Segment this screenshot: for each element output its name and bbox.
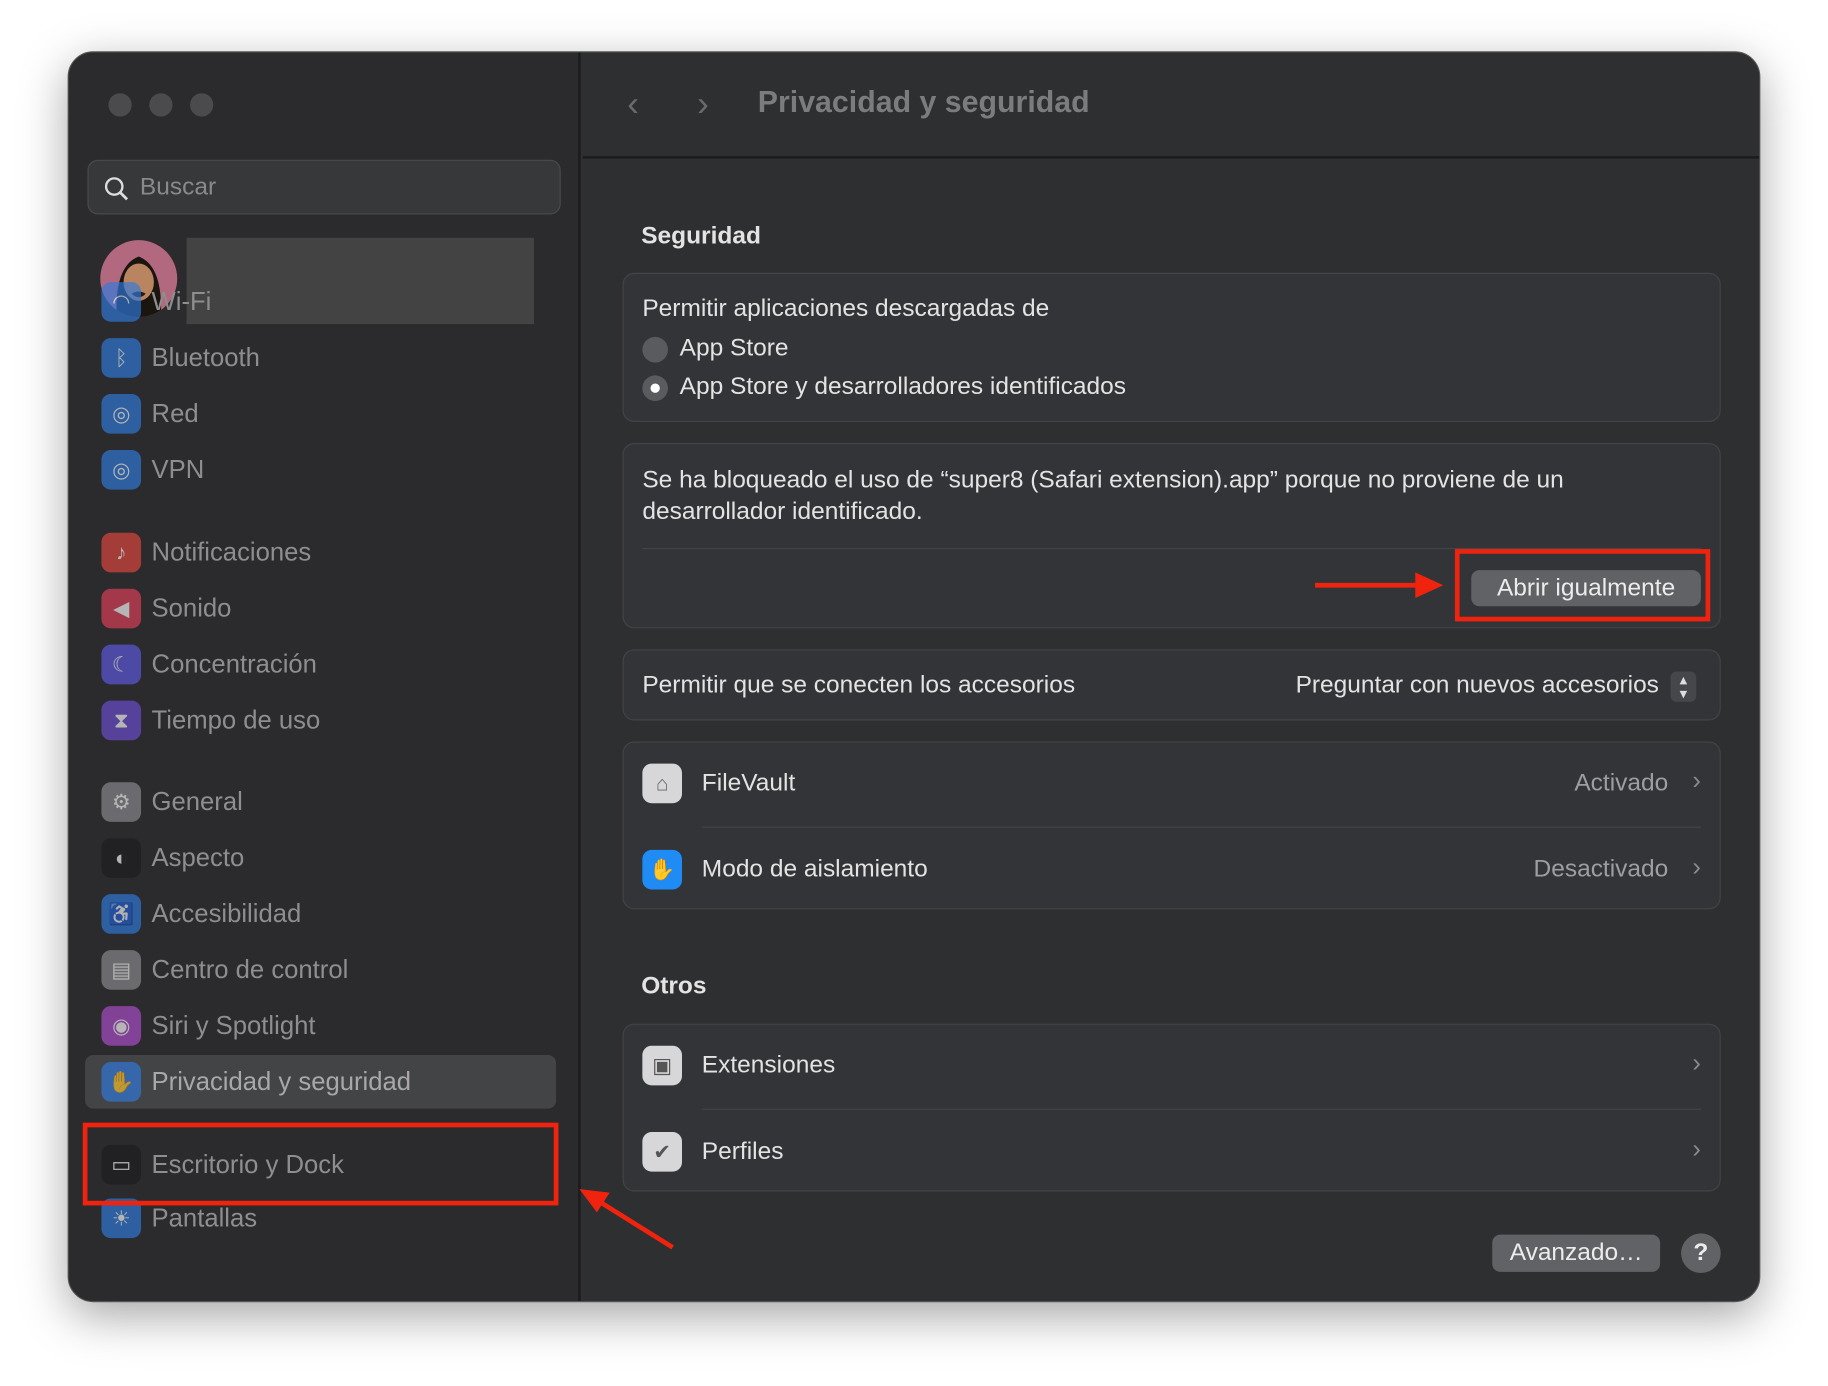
arrow-up-left-icon — [579, 1189, 610, 1213]
arrow-right-icon — [1415, 572, 1444, 599]
annotation-arrows — [579, 572, 1444, 1250]
